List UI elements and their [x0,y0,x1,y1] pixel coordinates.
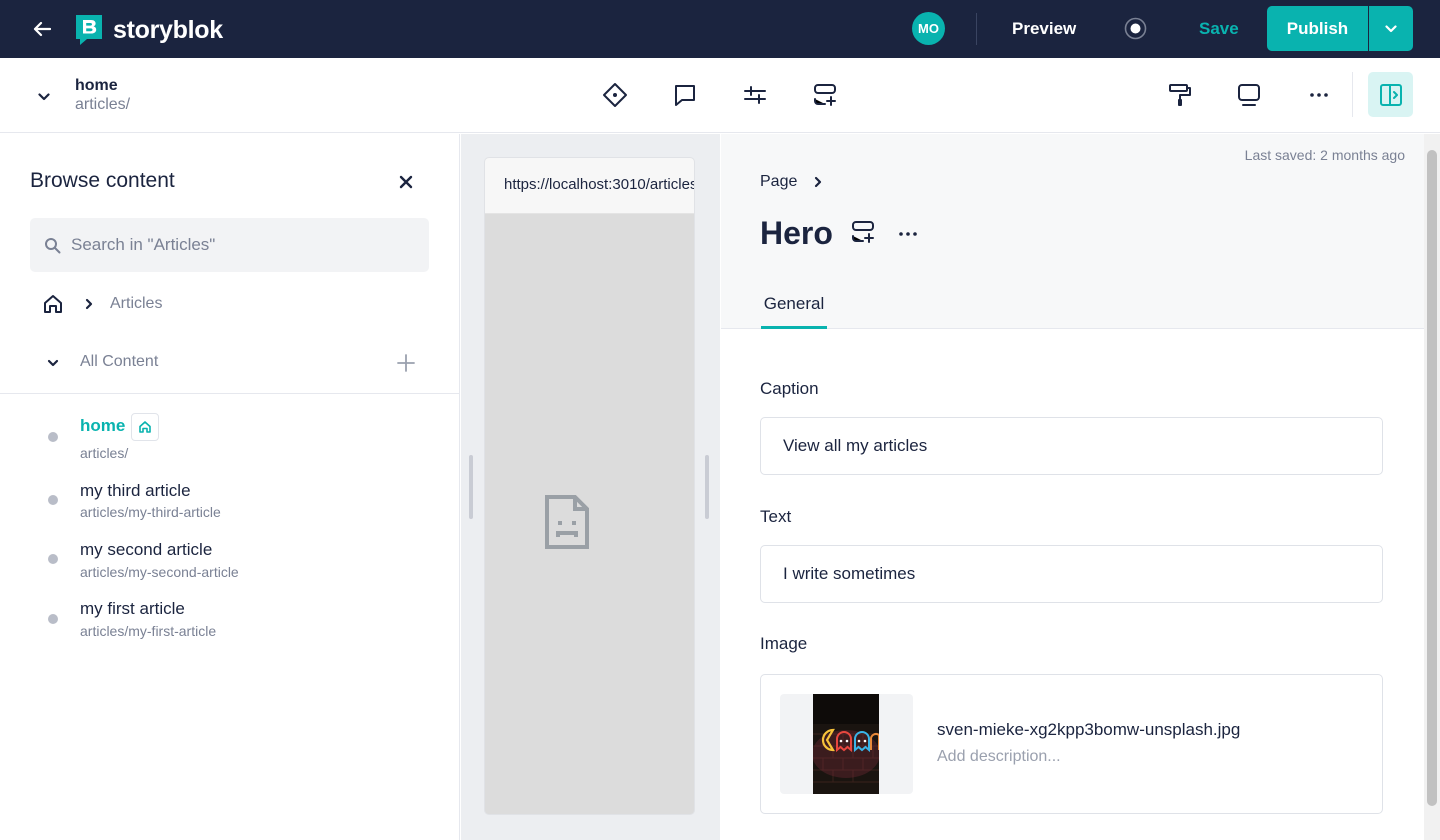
panel-title: Browse content [30,169,175,192]
more-icon[interactable] [896,222,920,246]
panel-divider [0,393,460,394]
logo-text: storyblok [113,16,223,44]
publish-button[interactable]: Publish [1267,6,1368,51]
image-field[interactable]: sven-mieke-xg2kpp3bomw-unsplash.jpg Add … [760,674,1383,814]
image-thumbnail-wrapper[interactable] [780,694,913,794]
caption-input[interactable] [760,417,1383,475]
all-content-toggle[interactable]: All Content [80,352,158,372]
editor-scrollbar[interactable] [1424,134,1440,840]
home-badge [131,413,159,441]
preview-frame: https://localhost:3010/articles/ [485,158,694,814]
close-icon [399,175,413,189]
block-editor-panel: Last saved: 2 months ago Page Hero Gener… [721,134,1440,840]
toolbar-divider [1352,72,1353,117]
close-panel-button[interactable] [394,170,418,194]
story-toolbar: home articles/ [0,58,1440,133]
breadcrumb-articles[interactable]: Articles [110,294,162,314]
preview-area: https://localhost:3010/articles/ [461,134,720,840]
monitor-icon [1238,84,1260,106]
chevron-down-icon [1385,24,1397,32]
chevron-right-icon [814,176,822,188]
story-item-my-third-article[interactable]: my third article [80,481,191,501]
scrollbar-thumb[interactable] [1427,150,1437,806]
top-bar: storyblok MO Preview Save Publish [0,0,1440,58]
search-box [30,218,429,272]
preview-button[interactable]: Preview [1012,18,1076,40]
content-diamond-button[interactable] [595,75,635,115]
story-item-path: articles/ [80,445,129,461]
block-title: Hero [760,215,833,251]
text-input[interactable] [760,545,1383,603]
story-dropdown-toggle[interactable] [30,87,58,107]
sidebar-toggle-icon [1379,83,1402,106]
add-block-icon [814,84,836,106]
search-input[interactable] [71,218,421,272]
comment-icon [675,85,695,106]
more-options-button[interactable] [1299,75,1339,115]
user-avatar[interactable]: MO [912,12,945,45]
story-item-home[interactable]: home [80,416,125,436]
preview-url-bar[interactable]: https://localhost:3010/articles/ [485,158,694,214]
storyblok-logo-icon [76,15,102,45]
more-icon [1310,93,1328,97]
caption-label: Caption [760,379,819,398]
save-button[interactable]: Save [1199,18,1239,40]
last-saved-text: Last saved: 2 months ago [1244,147,1405,163]
chevron-right-icon [85,298,93,310]
toggle-sidebar-button[interactable] [1368,72,1413,117]
image-thumbnail [813,694,879,794]
story-item-path: articles/my-third-article [80,504,221,520]
image-filename: sven-mieke-xg2kpp3bomw-unsplash.jpg [937,720,1241,739]
comments-button[interactable] [665,75,705,115]
image-label: Image [760,634,808,653]
back-button[interactable] [26,13,58,45]
search-icon [45,238,61,254]
paint-roller-icon [1169,84,1191,106]
home-icon[interactable] [42,293,64,315]
story-status-dot [48,554,58,564]
story-status-dot [48,495,58,505]
resize-handle-right[interactable] [705,455,709,519]
design-button[interactable] [1160,75,1200,115]
story-item-my-first-article[interactable]: my first article [80,599,185,619]
settings-sliders-button[interactable] [735,75,775,115]
story-item-path: articles/my-first-article [80,623,217,639]
arrow-left-icon [33,21,51,37]
diamond-icon [603,83,627,107]
chevron-down-icon [38,93,50,101]
image-description-input[interactable]: Add description... [937,747,1061,767]
topbar-divider [976,13,977,45]
chevron-down-icon[interactable] [46,358,60,368]
story-item-path: articles/my-second-article [80,564,239,580]
story-name[interactable]: home [75,76,118,96]
editor-header: Last saved: 2 months ago Page Hero Gener… [721,134,1424,329]
sliders-icon [744,86,766,104]
preview-url: https://localhost:3010/articles/ [504,176,694,193]
tab-general[interactable]: General [761,284,827,329]
resize-handle-left[interactable] [469,455,473,519]
home-icon [139,421,151,433]
story-status-dot [48,614,58,624]
story-status-dot [48,432,58,442]
browse-content-panel: Browse content Articles All Content home… [0,134,460,840]
device-preview-button[interactable] [1229,75,1269,115]
publish-options-button[interactable] [1369,6,1413,51]
breadcrumb-page[interactable]: Page [760,172,797,192]
add-block-button[interactable] [805,75,845,115]
add-block-icon[interactable] [849,218,877,246]
text-label: Text [760,507,792,526]
storyblok-logo[interactable]: storyblok [74,13,223,47]
broken-page-icon [545,495,589,549]
story-path: articles/ [75,96,131,113]
record-icon[interactable] [1124,17,1147,40]
plus-icon[interactable] [395,352,417,374]
story-item-my-second-article[interactable]: my second article [80,540,212,560]
